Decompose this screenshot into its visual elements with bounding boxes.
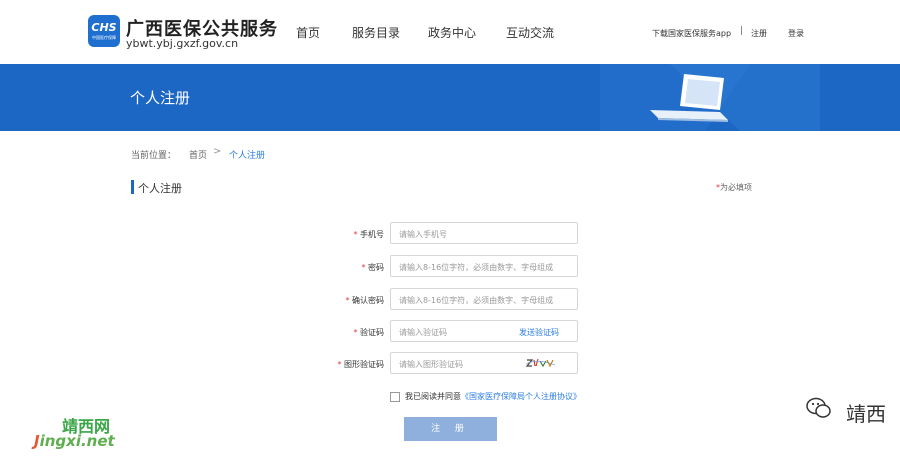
required-star: *	[361, 263, 366, 272]
captcha-image[interactable]	[525, 356, 557, 370]
password-label: * 密码	[264, 262, 384, 273]
section-title-bar	[131, 180, 134, 194]
verification-code-label-text: 验证码	[360, 328, 384, 337]
captcha-label-text: 图形验证码	[344, 360, 384, 369]
phone-placeholder: 请输入手机号	[399, 230, 447, 239]
confirm-password-input[interactable]: 请输入8-16位字符，必须由数字、字母组成	[390, 288, 578, 310]
captcha-label: * 图形验证码	[264, 359, 384, 370]
register-submit-button[interactable]: 注 册	[404, 417, 497, 441]
banner-title: 个人注册	[130, 89, 191, 107]
nav-home[interactable]: 首页	[296, 24, 320, 41]
nav-interaction[interactable]: 互动交流	[506, 24, 554, 41]
confirm-password-placeholder: 请输入8-16位字符，必须由数字、字母组成	[399, 296, 554, 305]
download-app-link[interactable]: 下载国家医保服务app	[652, 28, 731, 39]
phone-label-text: 手机号	[360, 230, 384, 239]
verification-code-placeholder: 请输入验证码	[399, 328, 447, 337]
login-link[interactable]: 登录	[788, 28, 804, 39]
register-link[interactable]: 注册	[751, 28, 767, 39]
phone-input[interactable]: 请输入手机号	[390, 222, 578, 244]
wechat-icon	[806, 397, 831, 418]
agreement-link[interactable]: 《国家医疗保障局个人注册协议》	[461, 391, 581, 402]
breadcrumb-current: 个人注册	[229, 151, 266, 161]
section-title: 个人注册	[138, 182, 182, 195]
logo-text: CHS	[91, 21, 117, 34]
top-header: CHS 中国医疗保障 广西医保公共服务 ybwt.ybj.gxzf.gov.cn…	[0, 0, 900, 64]
breadcrumb-home[interactable]: 首页	[189, 148, 207, 161]
breadcrumb-separator: >	[213, 146, 222, 157]
captcha-input[interactable]: 请输入图形验证码	[390, 352, 578, 374]
password-placeholder: 请输入8-16位字符，必须由数字、字母组成	[399, 263, 554, 272]
page-banner: 个人注册	[0, 64, 900, 131]
nav-government-center[interactable]: 政务中心	[428, 24, 476, 41]
header-divider: |	[740, 26, 744, 36]
password-input[interactable]: 请输入8-16位字符，必须由数字、字母组成	[390, 255, 578, 277]
password-label-text: 密码	[368, 263, 384, 272]
watermark-jingxi-text: 靖西	[846, 402, 886, 426]
send-code-button[interactable]: 发送验证码	[519, 327, 559, 338]
required-note-text: 为必填项	[720, 183, 752, 192]
watermark-jingxi-url: Jingxi.net	[34, 432, 115, 450]
verification-code-input[interactable]: 请输入验证码 发送验证码	[390, 320, 578, 342]
agree-checkbox[interactable]	[390, 392, 400, 402]
nav-service-catalog[interactable]: 服务目录	[352, 24, 400, 41]
agree-text: 我已阅读并同意	[405, 392, 461, 401]
confirm-password-label-text: 确认密码	[352, 296, 384, 305]
phone-label: * 手机号	[264, 229, 384, 240]
site-url: ybwt.ybj.gxzf.gov.cn	[126, 37, 239, 50]
required-star: *	[353, 230, 358, 239]
confirm-password-label: * 确认密码	[264, 295, 384, 306]
required-note: *为必填项	[716, 182, 752, 193]
breadcrumb-label: 当前位置：	[131, 151, 177, 161]
watermark-url-rest: ingxi.net	[39, 432, 115, 450]
captcha-placeholder: 请输入图形验证码	[399, 360, 463, 369]
required-star: *	[353, 328, 358, 337]
required-star: *	[345, 296, 350, 305]
required-star: *	[337, 360, 342, 369]
logo-subtext: 中国医疗保障	[92, 35, 116, 40]
chs-logo[interactable]: CHS 中国医疗保障	[88, 15, 120, 47]
verification-code-label: * 验证码	[264, 327, 384, 338]
laptop-illustration-icon	[600, 64, 820, 131]
